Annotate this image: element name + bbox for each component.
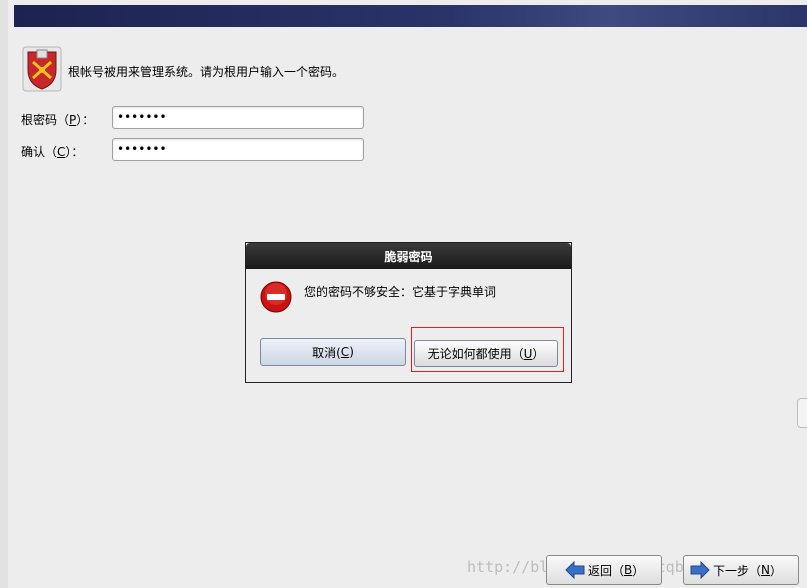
arrow-right-icon (690, 561, 710, 579)
confirm-password-input[interactable]: ••••••• (112, 138, 364, 161)
dialog-title: 脆弱密码 (246, 243, 571, 269)
intro-text: 根帐号被用来管理系统。请为根用户输入一个密码。 (68, 65, 345, 79)
left-edge (0, 0, 8, 588)
confirm-password-label: 确认（C）： (21, 145, 84, 159)
arrow-left-icon (565, 561, 585, 579)
dialog-message: 您的密码不够安全：它基于字典单词 (304, 285, 497, 299)
back-button[interactable]: 返回（ B） (546, 555, 662, 585)
scroll-handle[interactable] (797, 398, 807, 428)
header-banner (14, 5, 807, 27)
cancel-button[interactable]: 取消(C) (260, 338, 406, 366)
next-button[interactable]: 下一步（ N） (683, 555, 799, 585)
use-anyway-button[interactable]: 无论如何都使用（ U） (414, 340, 558, 367)
root-password-input[interactable]: ••••••• (112, 106, 364, 129)
weak-password-dialog: 脆弱密码 您的密码不够安全：它基于字典单词 取消(C) 无论如何都使用（ U） (245, 242, 572, 383)
root-password-label: 根密码（P）： (21, 113, 95, 127)
shield-icon (22, 46, 62, 92)
error-icon (260, 281, 292, 313)
